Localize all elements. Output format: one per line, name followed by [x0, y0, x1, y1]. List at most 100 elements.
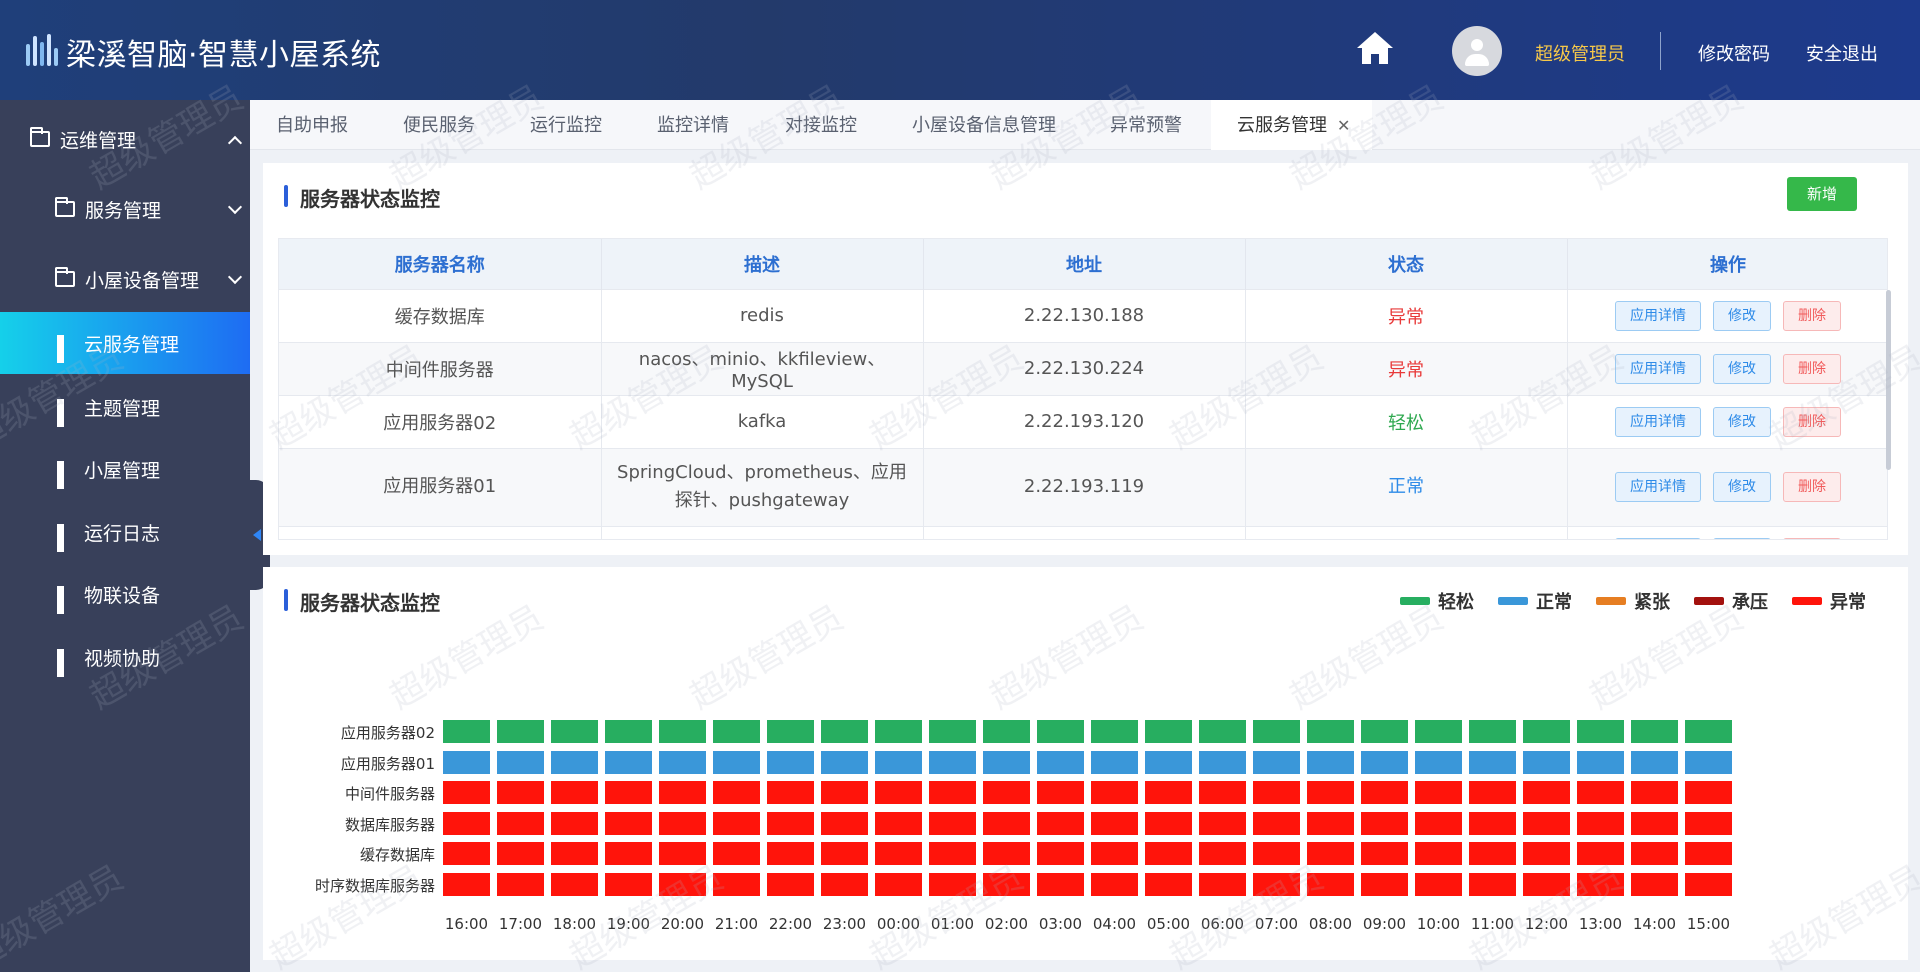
heatmap-cell[interactable]	[1091, 781, 1138, 804]
heatmap-cell[interactable]	[551, 811, 598, 835]
heatmap-cell[interactable]	[1361, 872, 1408, 896]
heatmap-cell[interactable]	[1415, 872, 1462, 896]
heatmap-cell[interactable]	[1145, 811, 1192, 835]
heatmap-cell[interactable]	[821, 842, 868, 865]
heatmap-cell[interactable]	[551, 720, 598, 743]
heatmap-cell[interactable]	[1523, 842, 1570, 865]
heatmap-cell[interactable]	[1145, 781, 1192, 804]
heatmap-cell[interactable]	[1091, 842, 1138, 865]
heatmap-cell[interactable]	[443, 750, 490, 774]
edit-button[interactable]: 修改	[1713, 300, 1771, 331]
heatmap-cell[interactable]	[1253, 811, 1300, 835]
sidebar-item-device[interactable]: 小屋设备管理	[0, 248, 250, 310]
heatmap-cell[interactable]	[659, 872, 706, 896]
heatmap-cell[interactable]	[1685, 720, 1732, 743]
heatmap-cell[interactable]	[983, 872, 1030, 896]
edit-button[interactable]: 修改	[1713, 537, 1771, 539]
heatmap-cell[interactable]	[1361, 781, 1408, 804]
user-avatar[interactable]	[1452, 26, 1502, 76]
heatmap-cell[interactable]	[1523, 781, 1570, 804]
heatmap-cell[interactable]	[605, 720, 652, 743]
heatmap-cell[interactable]	[821, 811, 868, 835]
tab-cabin-device-info[interactable]: 小屋设备信息管理	[912, 100, 1056, 150]
heatmap-cell[interactable]	[821, 872, 868, 896]
heatmap-cell[interactable]	[1415, 842, 1462, 865]
edit-button[interactable]: 修改	[1713, 353, 1771, 384]
heatmap-cell[interactable]	[551, 842, 598, 865]
heatmap-cell[interactable]	[821, 720, 868, 743]
app-detail-button[interactable]: 应用详情	[1615, 353, 1701, 384]
heatmap-cell[interactable]	[605, 781, 652, 804]
heatmap-cell[interactable]	[713, 781, 760, 804]
sidebar-item-cloud[interactable]: 云服务管理	[0, 312, 250, 374]
heatmap-cell[interactable]	[983, 842, 1030, 865]
heatmap-cell[interactable]	[1307, 750, 1354, 774]
heatmap-cell[interactable]	[713, 842, 760, 865]
heatmap-cell[interactable]	[1307, 781, 1354, 804]
heatmap-cell[interactable]	[1469, 811, 1516, 835]
heatmap-cell[interactable]	[983, 811, 1030, 835]
legend-item[interactable]: 紧张	[1596, 588, 1670, 614]
heatmap-cell[interactable]	[1577, 720, 1624, 743]
heatmap-cell[interactable]	[551, 750, 598, 774]
heatmap-cell[interactable]	[1685, 811, 1732, 835]
tab-monitor-detail[interactable]: 监控详情	[657, 100, 729, 150]
heatmap-cell[interactable]	[443, 811, 490, 835]
heatmap-cell[interactable]	[443, 781, 490, 804]
heatmap-cell[interactable]	[929, 720, 976, 743]
edit-button[interactable]: 修改	[1713, 472, 1771, 502]
tab-alarm[interactable]: 异常预警	[1110, 100, 1182, 150]
heatmap-cell[interactable]	[875, 720, 922, 743]
heatmap-cell[interactable]	[551, 781, 598, 804]
heatmap-cell[interactable]	[605, 872, 652, 896]
home-icon[interactable]	[1355, 28, 1395, 68]
heatmap-cell[interactable]	[1253, 720, 1300, 743]
heatmap-cell[interactable]	[1577, 811, 1624, 835]
heatmap-cell[interactable]	[1307, 720, 1354, 743]
heatmap-cell[interactable]	[1253, 781, 1300, 804]
heatmap-cell[interactable]	[1631, 811, 1678, 835]
heatmap-cell[interactable]	[1685, 781, 1732, 804]
logout-link[interactable]: 安全退出	[1806, 40, 1878, 66]
heatmap-cell[interactable]	[443, 842, 490, 865]
heatmap-cell[interactable]	[1361, 720, 1408, 743]
heatmap-cell[interactable]	[1469, 872, 1516, 896]
app-detail-button[interactable]: 应用详情	[1615, 472, 1701, 502]
app-detail-button[interactable]: 应用详情	[1615, 537, 1701, 539]
heatmap-cell[interactable]	[497, 872, 544, 896]
heatmap-cell[interactable]	[1091, 811, 1138, 835]
heatmap-cell[interactable]	[1037, 781, 1084, 804]
heatmap-cell[interactable]	[605, 842, 652, 865]
legend-item[interactable]: 轻松	[1400, 588, 1474, 614]
close-icon[interactable]: ✕	[1337, 116, 1350, 135]
heatmap-cell[interactable]	[497, 811, 544, 835]
heatmap-cell[interactable]	[1415, 720, 1462, 743]
heatmap-cell[interactable]	[983, 720, 1030, 743]
heatmap-cell[interactable]	[1577, 781, 1624, 804]
tab-convenience[interactable]: 便民服务	[403, 100, 475, 150]
heatmap-cell[interactable]	[821, 750, 868, 774]
heatmap-cell[interactable]	[1523, 750, 1570, 774]
delete-button[interactable]: 删除	[1783, 472, 1841, 502]
heatmap-cell[interactable]	[1469, 781, 1516, 804]
table-scrollbar[interactable]	[1886, 290, 1891, 470]
sidebar-item-service[interactable]: 服务管理	[0, 178, 250, 240]
heatmap-cell[interactable]	[1415, 750, 1462, 774]
heatmap-cell[interactable]	[443, 720, 490, 743]
heatmap-cell[interactable]	[875, 872, 922, 896]
heatmap-cell[interactable]	[1577, 842, 1624, 865]
tab-run-monitor[interactable]: 运行监控	[530, 100, 602, 150]
heatmap-cell[interactable]	[1577, 872, 1624, 896]
heatmap-cell[interactable]	[1037, 842, 1084, 865]
heatmap-cell[interactable]	[929, 842, 976, 865]
heatmap-cell[interactable]	[1199, 720, 1246, 743]
heatmap-cell[interactable]	[1037, 872, 1084, 896]
app-detail-button[interactable]: 应用详情	[1615, 300, 1701, 331]
heatmap-cell[interactable]	[713, 750, 760, 774]
heatmap-cell[interactable]	[1523, 872, 1570, 896]
heatmap-cell[interactable]	[1037, 750, 1084, 774]
heatmap-cell[interactable]	[1145, 872, 1192, 896]
heatmap-cell[interactable]	[497, 720, 544, 743]
heatmap-cell[interactable]	[875, 811, 922, 835]
add-button[interactable]: 新增	[1787, 177, 1857, 211]
